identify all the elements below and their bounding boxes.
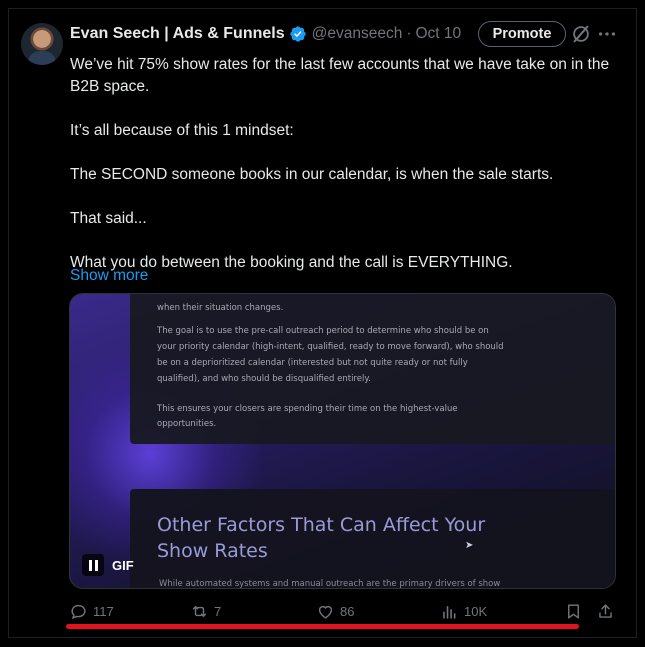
verified-badge-icon [289,26,306,42]
repost-icon [192,606,207,617]
engagement-bar: 117 7 86 10K [9,599,638,627]
tweet-paragraph: We’ve hit 75% show rates for the last fe… [70,56,610,95]
media-text-line: This ensures your closers are spending t… [157,404,458,414]
reply-icon [71,604,86,620]
tweet-paragraph: It’s all because of this 1 mindset: [70,122,294,139]
bookmark-icon [568,604,579,619]
bookmark-button[interactable] [564,602,583,621]
like-count: 86 [340,604,355,619]
share-icon [599,604,612,618]
reply-button[interactable]: 117 [69,602,114,621]
tweet-paragraph: The SECOND someone books in our calendar… [70,166,554,183]
show-more-link[interactable]: Show more [70,267,148,285]
media-text-line: qualified), and who should be disqualifi… [157,374,371,384]
avatar[interactable] [21,23,63,65]
reply-count: 117 [93,604,114,619]
tweet-paragraph: That said... [70,210,147,227]
header-separator: · [406,25,412,42]
share-button[interactable] [596,602,615,621]
grok-slash-icon[interactable] [570,23,592,45]
media-text-line: when their situation changes. [157,303,284,313]
tweet-date[interactable]: Oct 10 [416,25,462,43]
media-text-line: The goal is to use the pre-call outreach… [157,326,489,336]
view-count: 10K [464,604,488,619]
author-handle[interactable]: @evanseech [312,25,403,43]
document-card-lower [130,489,615,588]
repost-count: 7 [214,604,222,619]
media-text-line: opportunities. [157,419,217,429]
pause-icon[interactable] [82,554,104,576]
gif-media[interactable]: when their situation changes. The goal i… [69,293,616,589]
heart-icon [318,605,333,619]
author-name[interactable]: Evan Seech | Ads & Funnels [70,25,285,43]
highlight-underline [66,624,579,629]
media-heading-line: Show Rates [157,540,268,562]
media-heading-line: Other Factors That Can Affect Your [157,514,486,536]
like-button[interactable]: 86 [316,602,354,621]
tweet-text: We’ve hit 75% show rates for the last fe… [70,54,615,274]
analytics-icon [443,605,456,619]
more-horizontal-icon[interactable] [596,23,618,45]
media-text-line: your priority calendar (high-intent, qua… [157,342,504,352]
cursor-icon: ➤ [465,540,474,551]
media-footer-line: While automated systems and manual outre… [159,579,501,589]
gif-controls: GIF [82,554,134,576]
media-text-line: be on a deprioritized calendar (interest… [157,358,468,368]
repost-button[interactable]: 7 [190,602,221,621]
gif-badge: GIF [112,557,134,573]
views-button[interactable]: 10K [440,602,487,621]
tweet-header: Evan Seech | Ads & Funnels @evanseech · … [70,23,461,45]
tweet-card[interactable]: Evan Seech | Ads & Funnels @evanseech · … [8,8,637,638]
tweet-paragraph: What you do between the booking and the … [70,254,513,271]
promote-button[interactable]: Promote [478,21,566,47]
